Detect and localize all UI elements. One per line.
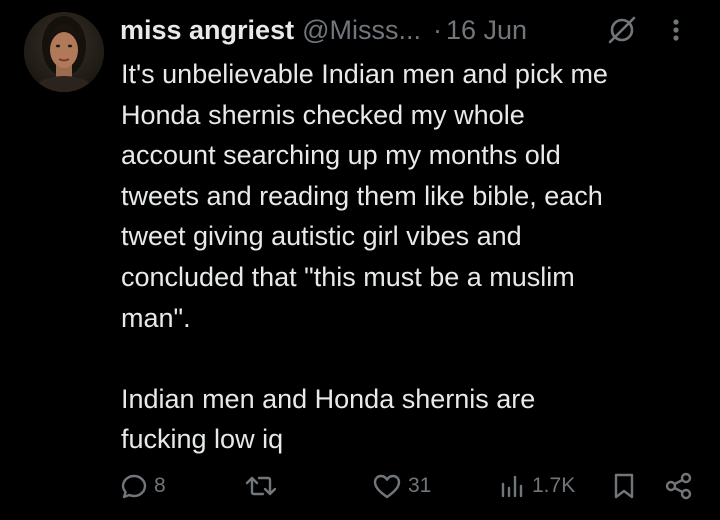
heart-icon xyxy=(372,472,402,500)
bookmark-button[interactable] xyxy=(610,466,638,506)
tweet-header: miss angriest @Misss... · 16 Jun xyxy=(120,10,710,50)
user-handle[interactable]: @Misss... xyxy=(302,15,421,46)
more-options-icon[interactable] xyxy=(666,16,686,44)
display-name[interactable]: miss angriest xyxy=(120,15,294,46)
share-icon xyxy=(664,471,694,501)
avatar[interactable] xyxy=(24,12,104,92)
grok-icon[interactable] xyxy=(606,14,638,46)
reply-count: 8 xyxy=(154,474,166,497)
tweet-text: It's unbelievable Indian men and pick me… xyxy=(121,59,608,455)
views-button[interactable]: 1.7K xyxy=(498,466,575,506)
tweet-card[interactable]: miss angriest @Misss... · 16 Jun It's un… xyxy=(0,0,720,520)
action-bar: 8 31 1.7K xyxy=(0,466,720,506)
like-button[interactable]: 31 xyxy=(372,466,431,506)
reply-button[interactable]: 8 xyxy=(120,466,166,506)
views-count: 1.7K xyxy=(532,474,576,497)
share-button[interactable] xyxy=(664,466,694,506)
views-icon xyxy=(498,472,526,500)
repost-button[interactable] xyxy=(244,466,284,506)
reply-icon xyxy=(120,472,148,500)
like-count: 31 xyxy=(408,474,432,497)
tweet-date[interactable]: 16 Jun xyxy=(446,15,527,46)
separator-dot: · xyxy=(432,14,442,45)
bookmark-icon xyxy=(610,471,638,501)
repost-icon xyxy=(244,472,278,500)
